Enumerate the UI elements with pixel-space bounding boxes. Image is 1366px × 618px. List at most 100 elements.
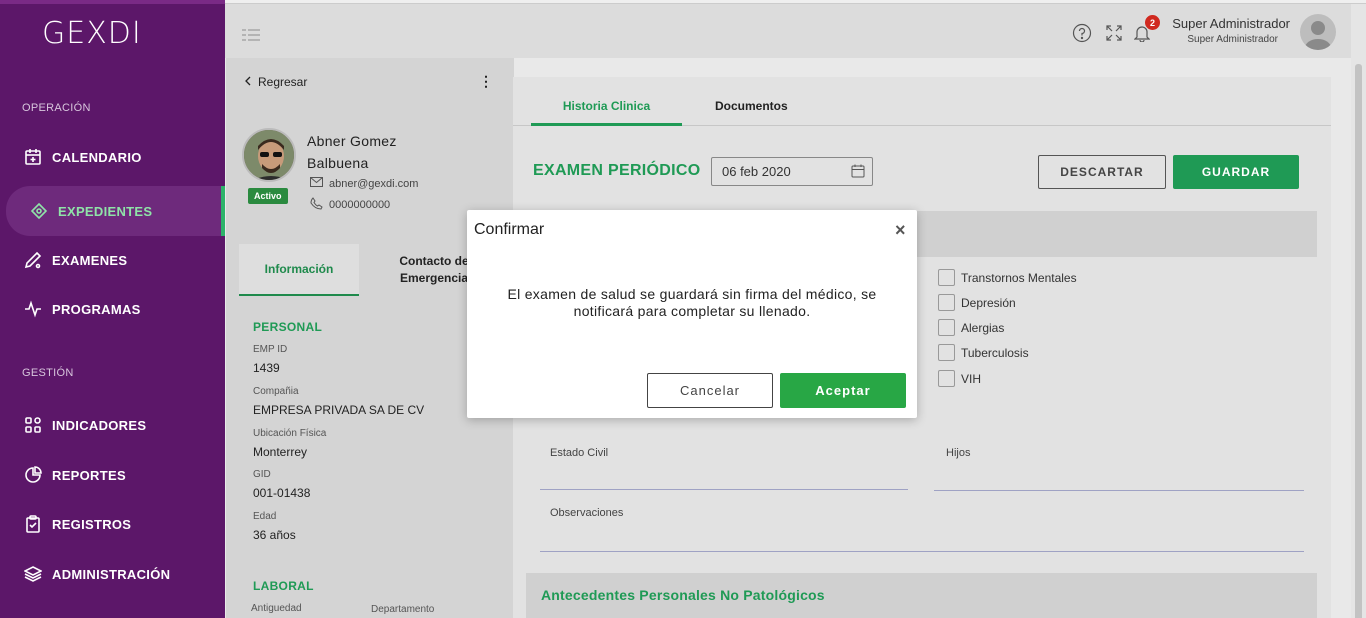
tab-informacion[interactable]: Información (239, 244, 359, 296)
patient-info-tabs: Información Contacto de Emergencia (239, 244, 506, 296)
sidebar-item-registros[interactable]: REGISTROS (0, 502, 225, 546)
back-label: Regresar (258, 75, 308, 89)
pie-chart-icon (24, 466, 42, 484)
calendar-icon (24, 148, 42, 166)
field-label-departamento: Departamento (371, 604, 435, 615)
gexdi-logo[interactable]: GEXDI (42, 16, 142, 51)
cancel-button[interactable]: Cancelar (647, 373, 773, 408)
exam-date-input[interactable]: 06 feb 2020 (711, 157, 873, 186)
checkbox-vih[interactable]: VIH (938, 370, 981, 387)
calendar-icon[interactable] (851, 164, 865, 181)
field-value-emp-id: 1439 (253, 361, 280, 375)
bandage-icon (30, 202, 48, 220)
tab-historia-clinica[interactable]: Historia Clinica (531, 99, 682, 126)
email-text: abner@gexdi.com (329, 177, 419, 190)
exam-tabs: Historia Clinica Documentos (513, 77, 1331, 126)
checkbox[interactable] (938, 370, 955, 387)
page-scrollbar[interactable] (1351, 4, 1366, 618)
scrollbar-thumb[interactable] (1355, 64, 1362, 618)
checkbox-label: Alergias (961, 320, 1005, 335)
checkbox-tuberculosis[interactable]: Tuberculosis (938, 344, 1029, 361)
field-label-antiguedad: Antiguedad (251, 603, 302, 614)
accept-button[interactable]: Aceptar (780, 373, 906, 408)
sidebar: GEXDI OPERACIÓN CALENDARIO EXPEDIENTES E… (0, 0, 225, 618)
sidebar-item-programas[interactable]: PROGRAMAS (0, 287, 225, 331)
grid-icon (24, 416, 42, 434)
top-bar: 2 Super Administrador Super Administrado… (225, 4, 1351, 58)
checkbox[interactable] (938, 344, 955, 361)
clipboard-icon (24, 515, 42, 533)
field-label-location: Ubicación Física (253, 428, 327, 439)
field-value-location: Monterrey (253, 445, 308, 459)
checkbox-label: Tuberculosis (961, 345, 1029, 360)
checkbox-label: Transtornos Mentales (961, 270, 1077, 285)
sidebar-item-label: EXPEDIENTES (58, 203, 153, 219)
patient-phone: 0000000000 (310, 197, 390, 213)
mail-icon (310, 177, 323, 190)
exam-title: EXAMEN PERIÓDICO (533, 162, 701, 179)
chevron-left-icon (244, 75, 252, 89)
sidebar-item-label: INDICADORES (52, 417, 147, 433)
non-pathological-section[interactable]: Antecedentes Personales No Patológicos (526, 573, 1317, 618)
observaciones-input[interactable] (540, 551, 1304, 552)
back-link[interactable]: Regresar (244, 75, 307, 89)
sidebar-item-label: REGISTROS (52, 516, 132, 532)
patient-name: Abner Gomez Balbuena (307, 133, 397, 171)
close-icon[interactable]: × (895, 220, 906, 241)
field-value-company: EMPRESA PRIVADA SA DE CV (253, 403, 425, 417)
labor-heading: LABORAL (253, 579, 314, 593)
patient-email: abner@gexdi.com (310, 177, 418, 190)
help-icon[interactable] (1072, 23, 1092, 48)
sidebar-item-label: EXAMENES (52, 252, 128, 268)
field-value-gid: 001-01438 (253, 486, 311, 500)
patient-photo (242, 128, 296, 182)
checkbox-transtornos-mentales[interactable]: Transtornos Mentales (938, 269, 1077, 286)
observaciones-label: Observaciones (550, 507, 624, 519)
menu-toggle-icon[interactable] (242, 28, 260, 46)
checkbox[interactable] (938, 294, 955, 311)
hijos-input[interactable] (934, 490, 1304, 491)
dialog-title: Confirmar (474, 221, 545, 238)
checkbox-label: Depresión (961, 295, 1016, 310)
sidebar-item-indicadores[interactable]: INDICADORES (0, 403, 225, 447)
pen-icon (24, 251, 42, 269)
discard-button[interactable]: DESCARTAR (1038, 155, 1166, 189)
sidebar-item-administracion[interactable]: ADMINISTRACIÓN (0, 552, 225, 596)
sidebar-item-label: PROGRAMAS (52, 301, 141, 317)
sidebar-item-label: CALENDARIO (52, 149, 142, 165)
sidebar-item-label: REPORTES (52, 467, 126, 483)
estado-civil-input[interactable] (540, 489, 908, 490)
sidebar-item-reportes[interactable]: REPORTES (0, 453, 225, 497)
save-button[interactable]: GUARDAR (1173, 155, 1299, 189)
field-label-age: Edad (253, 511, 277, 522)
checkbox[interactable] (938, 269, 955, 286)
sidebar-item-expedientes[interactable]: EXPEDIENTES (6, 186, 225, 236)
field-value-age: 36 años (253, 528, 296, 542)
sidebar-item-examenes[interactable]: EXAMENES (0, 238, 225, 282)
phone-text: 0000000000 (329, 199, 391, 211)
user-avatar[interactable] (1300, 14, 1336, 50)
user-role: Super Administrador (1187, 34, 1278, 45)
tab-documentos[interactable]: Documentos (715, 99, 788, 113)
phone-icon (310, 197, 323, 213)
pulse-icon (24, 300, 42, 318)
user-name[interactable]: Super Administrador (1172, 16, 1290, 31)
checkbox-depresion[interactable]: Depresión (938, 294, 1016, 311)
sidebar-item-label: ADMINISTRACIÓN (52, 566, 171, 582)
checkbox-alergias[interactable]: Alergias (938, 319, 1004, 336)
layers-icon (24, 565, 42, 583)
section-label-management: GESTIÓN (22, 367, 74, 379)
checkbox-label: VIH (961, 371, 982, 386)
non-pathological-title: Antecedentes Personales No Patológicos (541, 587, 825, 603)
field-label-gid: GID (253, 469, 271, 480)
dialog-message: El examen de salud se guardará sin firma… (507, 286, 877, 319)
field-label-company: Compañia (253, 386, 299, 397)
date-value: 06 feb 2020 (722, 164, 791, 179)
more-options-icon[interactable]: ⋮ (479, 73, 493, 90)
status-badge: Activo (248, 188, 288, 204)
estado-civil-label: Estado Civil (550, 447, 609, 459)
personal-heading: PERSONAL (253, 320, 323, 334)
fullscreen-icon[interactable] (1106, 25, 1122, 46)
checkbox[interactable] (938, 319, 955, 336)
sidebar-item-calendario[interactable]: CALENDARIO (0, 135, 225, 179)
